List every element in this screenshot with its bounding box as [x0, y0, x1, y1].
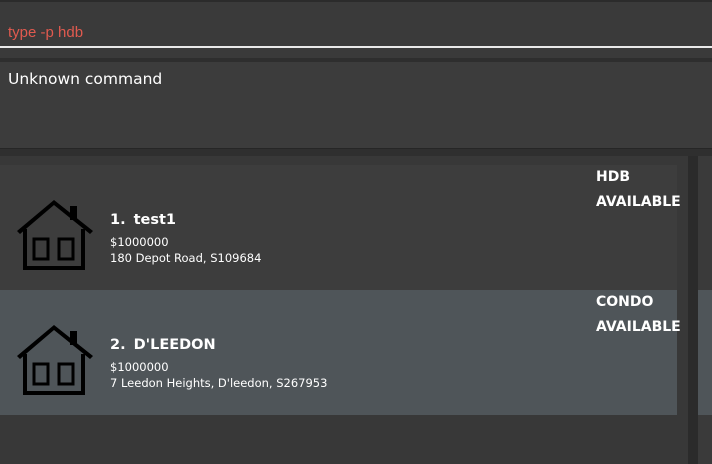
listing-address: 7 Leedon Heights, D'leedon, S267953	[110, 376, 328, 390]
command-input[interactable]	[0, 4, 712, 48]
listing-card[interactable]: 1. test1 $1000000 180 Depot Road, S109684…	[0, 165, 681, 290]
list-scrollbar[interactable]	[688, 156, 698, 464]
listing-price: $1000000	[110, 360, 169, 374]
house-icon	[17, 200, 93, 270]
listing-list: 1. test1 $1000000 180 Depot Road, S109684…	[0, 156, 712, 464]
listing-name: test1	[133, 212, 177, 228]
divider	[0, 148, 712, 156]
listing-type: HDB	[596, 169, 631, 185]
listing-price: $1000000	[110, 235, 169, 249]
listing-status: AVAILABLE	[596, 319, 681, 335]
command-box	[0, 0, 712, 58]
side-panel-edge-highlight	[698, 290, 712, 415]
listing-index: 1.	[110, 212, 126, 228]
listing-type: CONDO	[596, 294, 654, 310]
app-window: Unknown command 1. test1 $1000000 180 Dep…	[0, 0, 712, 464]
listing-status: AVAILABLE	[596, 194, 681, 210]
result-message: Unknown command	[8, 70, 163, 88]
listing-address: 180 Depot Road, S109684	[110, 251, 262, 265]
listing-name-row: 2. D'LEEDON	[110, 337, 216, 353]
listing-index: 2.	[110, 337, 126, 353]
listing-name: D'LEEDON	[133, 337, 216, 353]
listing-name-row: 1. test1	[110, 212, 176, 228]
listing-card[interactable]: 2. D'LEEDON $1000000 7 Leedon Heights, D'…	[0, 290, 681, 415]
house-icon	[17, 325, 93, 395]
result-display: Unknown command	[0, 62, 712, 148]
